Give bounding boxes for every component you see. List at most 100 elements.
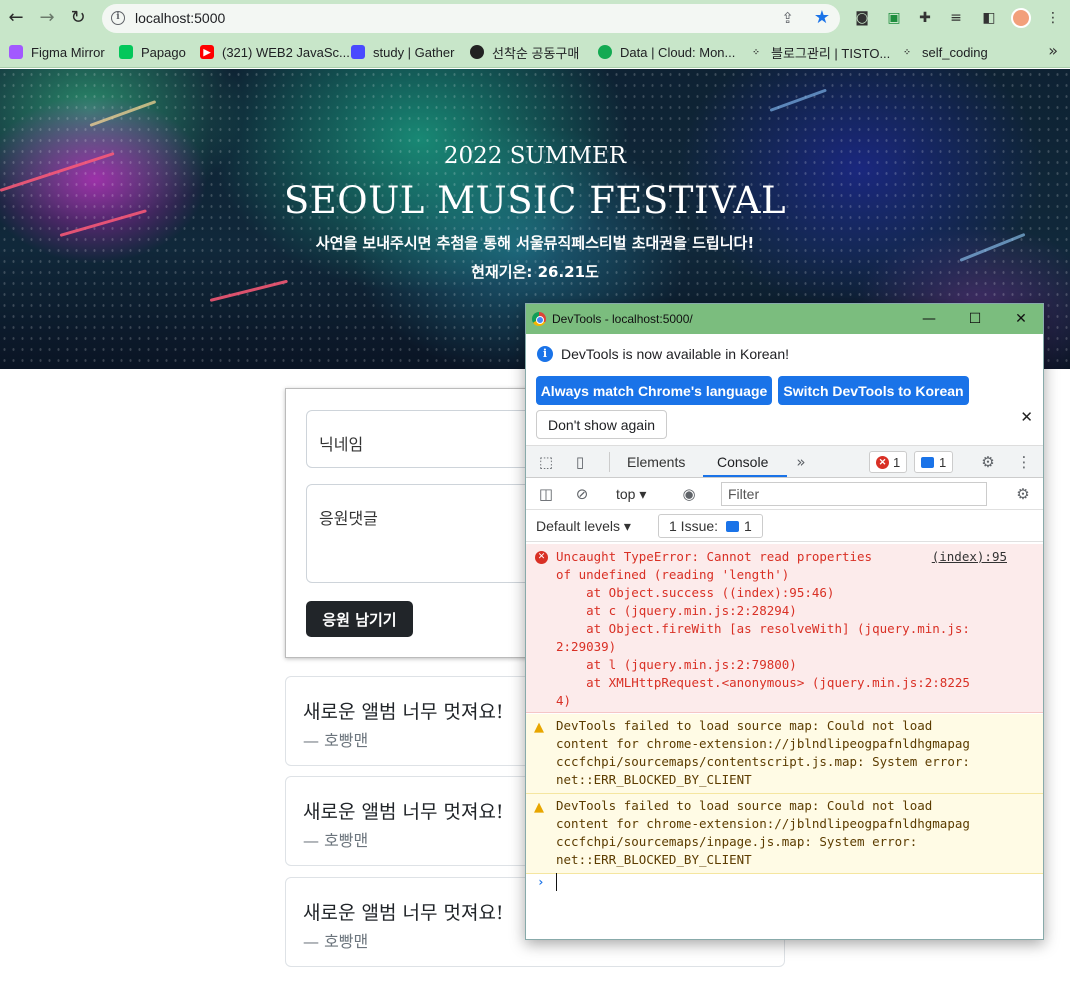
globe-icon [470, 45, 484, 59]
bookmark-papago[interactable]: Papago [119, 43, 186, 61]
stack-frame[interactable]: at Object.fireWith [as resolveWith] (jqu… [556, 620, 1033, 638]
clear-console-icon[interactable]: ⊘ [572, 484, 592, 504]
close-infobar-icon[interactable]: ✕ [1020, 408, 1033, 426]
tab-console[interactable]: Console [717, 454, 768, 470]
forward-arrow-icon[interactable]: → [35, 6, 59, 30]
console-warning-message[interactable]: ▲ DevTools failed to load source map: Co… [526, 714, 1043, 794]
comment-text: 새로운 앨범 너무 멋져요! [303, 902, 504, 924]
site-info-icon[interactable]: i [111, 11, 125, 25]
error-source-link[interactable]: (index):95 [932, 548, 1007, 566]
issues-label: 1 Issue: [669, 518, 719, 534]
console-settings-gear-icon[interactable]: ⚙ [1013, 484, 1033, 504]
message-icon [921, 456, 934, 468]
info-icon: i [537, 346, 553, 362]
url-text[interactable]: localhost:5000 [135, 10, 225, 26]
extensions-puzzle-icon[interactable]: ✚ [915, 8, 935, 28]
camera-icon[interactable]: ◙ [852, 8, 872, 28]
devtools-menu-icon[interactable]: ⋮ [1014, 452, 1034, 472]
live-expression-eye-icon[interactable]: ◉ [679, 484, 699, 504]
minimize-icon[interactable]: — [918, 308, 940, 330]
hero-title: SEOUL MUSIC FESTIVAL [283, 179, 787, 222]
bookmark-tistory[interactable]: ⁘ 블로그관리 | TISTO... [749, 43, 890, 61]
close-window-icon[interactable]: ✕ [1010, 308, 1032, 330]
bookmark-figma[interactable]: Figma Mirror [9, 43, 105, 61]
warning-line[interactable]: content for chrome-extension://jblndlipe… [556, 735, 1033, 753]
stack-frame[interactable]: at Object.success ((index):95:46) [556, 584, 1033, 602]
papago-icon [119, 45, 133, 59]
hero-description: 사연을 보내주시면 추첨을 통해 서울뮤직페스티벌 초대권을 드립니다! [315, 234, 755, 252]
gather-icon [351, 45, 365, 59]
submit-comment-button[interactable]: 응원 남기기 [306, 601, 413, 637]
comment-text: 새로운 앨범 너무 멋져요! [303, 701, 504, 723]
infobar-message: DevTools is now available in Korean! [561, 346, 790, 362]
log-levels-dropdown[interactable]: Default levels ▾ [536, 518, 631, 535]
error-count-badge[interactable]: ✕ 1 [869, 451, 908, 473]
bookmark-self-coding[interactable]: ⁘ self_coding [900, 43, 988, 61]
comment-author: — 호빵맨 [303, 831, 369, 850]
profile-avatar[interactable] [1011, 8, 1031, 28]
back-arrow-icon[interactable]: ← [4, 6, 28, 30]
bookmark-label: study | Gather [373, 44, 455, 60]
stack-frame[interactable]: at c (jquery.min.js:2:28294) [556, 602, 1033, 620]
log-levels-label: Default levels [536, 518, 621, 534]
language-infobar: i DevTools is now available in Korean! A… [526, 334, 1043, 446]
console-filter-input[interactable]: Filter [721, 482, 987, 506]
more-tabs-icon[interactable]: » [791, 452, 811, 472]
chrome-logo-icon [532, 312, 546, 326]
more-bookmarks-icon[interactable]: » [1048, 41, 1058, 60]
warning-line: net::ERR_BLOCKED_BY_CLIENT [556, 852, 752, 867]
console-input-caret[interactable] [556, 873, 557, 891]
browser-menu-icon[interactable]: ⋮ [1043, 8, 1063, 28]
tab-elements[interactable]: Elements [627, 454, 685, 470]
warning-line[interactable]: cccfchpi/sourcemaps/inpage.js.map: Syste… [556, 833, 1033, 851]
console-output[interactable]: ✕ (index):95 Uncaught TypeError: Cannot … [526, 542, 1043, 939]
switch-to-korean-button[interactable]: Switch DevTools to Korean [778, 376, 969, 405]
console-error-message[interactable]: ✕ (index):95 Uncaught TypeError: Cannot … [526, 544, 1043, 713]
message-count-badge[interactable]: 1 [914, 451, 954, 473]
bookmark-label: Papago [141, 44, 186, 60]
bookmark-gather[interactable]: study | Gather [351, 43, 454, 61]
stack-frame[interactable]: at XMLHttpRequest.<anonymous> (jquery.mi… [556, 674, 1033, 692]
error-count: 1 [893, 454, 901, 470]
warning-line[interactable]: content for chrome-extension://jblndlipe… [556, 815, 1033, 833]
stack-frame[interactable]: at l (jquery.min.js:2:79800) [556, 656, 1033, 674]
comment-author: — 호빵맨 [303, 932, 369, 951]
sidebar-toggle-icon[interactable]: ◫ [536, 484, 556, 504]
share-icon[interactable]: ⇪ [781, 9, 794, 27]
error-icon: ✕ [535, 551, 548, 564]
maximize-icon[interactable]: ☐ [964, 308, 986, 330]
tistory-icon: ⁘ [752, 46, 760, 57]
error-line: of undefined (reading 'length') [556, 567, 790, 582]
warning-line: DevTools failed to load source map: Coul… [556, 718, 933, 733]
mongodb-leaf-icon [598, 45, 612, 59]
bookmark-label: Data | Cloud: Mon... [620, 44, 736, 60]
divider [609, 452, 610, 472]
context-selector[interactable]: top ▾ [616, 486, 646, 503]
tistory-icon: ⁘ [903, 46, 911, 57]
media-playlist-icon[interactable]: ≡ [946, 8, 966, 28]
stack-frame[interactable]: 4) [556, 692, 1033, 710]
device-toolbar-icon[interactable]: ▯ [570, 452, 590, 472]
inspect-element-icon[interactable]: ⬚ [536, 452, 556, 472]
console-warning-message[interactable]: ▲ DevTools failed to load source map: Co… [526, 794, 1043, 874]
address-bar[interactable]: i localhost:5000 ⇪ ★ [102, 4, 840, 33]
screen-capture-icon[interactable]: ▣ [884, 8, 904, 28]
stack-frame[interactable]: 2:29039) [556, 638, 1033, 656]
bookmark-youtube[interactable]: ▶ (321) WEB2 JavaSc... [200, 43, 350, 61]
bookmark-star-icon[interactable]: ★ [814, 7, 830, 28]
issues-button[interactable]: 1 Issue: 1 [658, 514, 763, 538]
bookmark-group-buy[interactable]: 선착순 공동구매 [470, 43, 579, 61]
devtools-titlebar[interactable]: DevTools - localhost:5000/ — ☐ ✕ [526, 304, 1043, 334]
settings-gear-icon[interactable]: ⚙ [978, 452, 998, 472]
reload-icon[interactable]: ↻ [66, 6, 90, 30]
issue-icon [726, 520, 740, 532]
console-levels-bar: Default levels ▾ 1 Issue: 1 [526, 510, 1043, 542]
bookmark-label: self_coding [922, 44, 988, 60]
bookmark-label: (321) WEB2 JavaSc... [222, 44, 350, 60]
comment-text: 새로운 앨범 너무 멋져요! [303, 801, 504, 823]
dont-show-again-button[interactable]: Don't show again [536, 410, 667, 439]
bookmark-mongodb[interactable]: Data | Cloud: Mon... [598, 43, 735, 61]
side-panel-icon[interactable]: ◧ [979, 8, 999, 28]
warning-line[interactable]: cccfchpi/sourcemaps/contentscript.js.map… [556, 753, 1033, 771]
always-match-language-button[interactable]: Always match Chrome's language [536, 376, 772, 405]
